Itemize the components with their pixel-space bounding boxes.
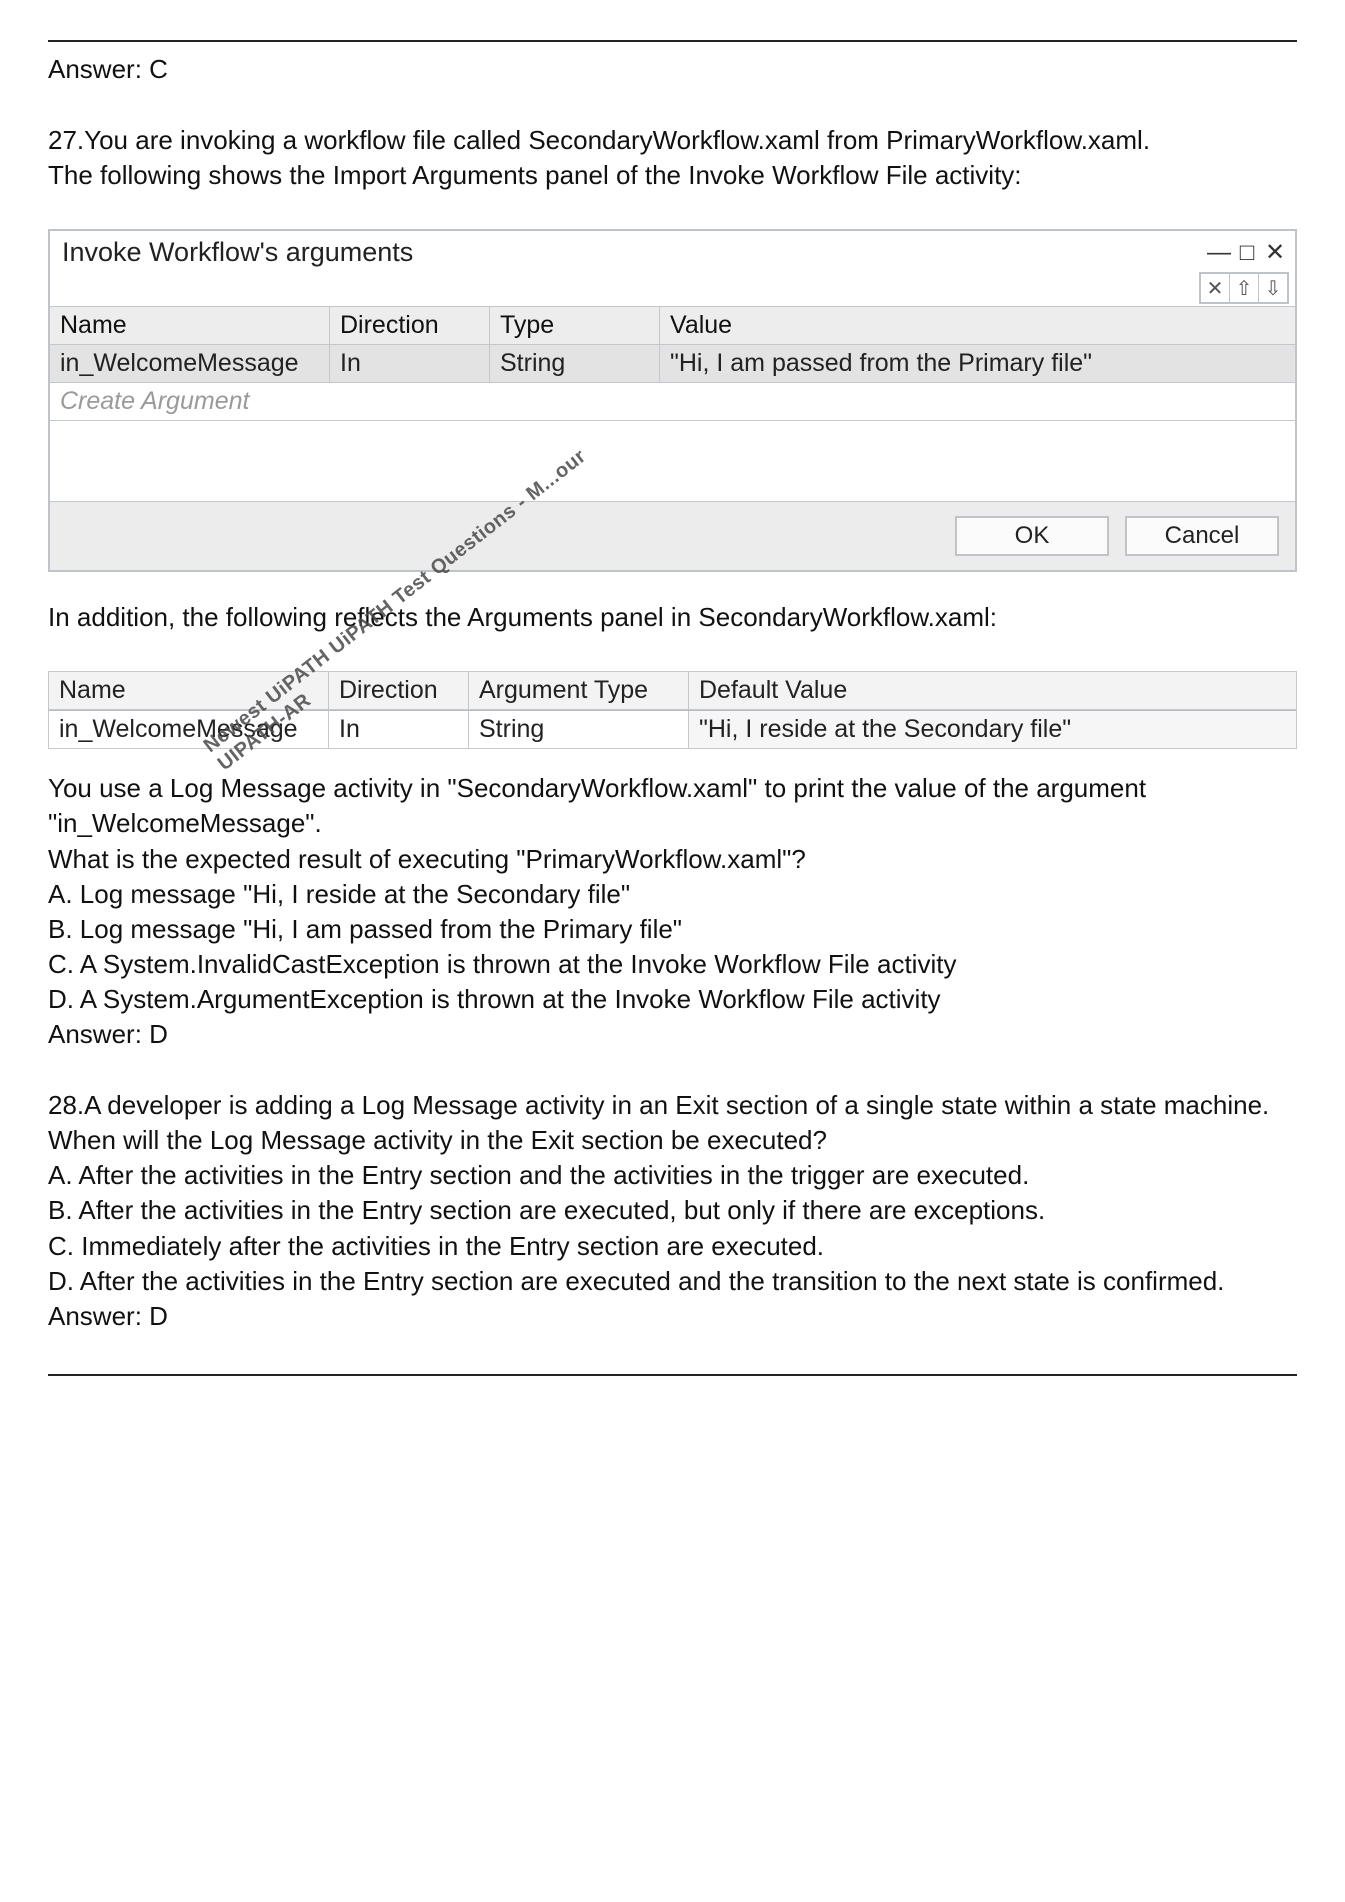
arrow-up-icon[interactable]: ⇧: [1229, 274, 1258, 302]
arg2-name: in_WelcomeMessage: [49, 711, 329, 748]
arg-type: String: [490, 345, 660, 382]
q28-body: 28.A developer is adding a Log Message a…: [48, 1088, 1297, 1334]
arg-name: in_WelcomeMessage: [50, 345, 330, 382]
q27-intro: 27.You are invoking a workflow file call…: [48, 123, 1297, 193]
delete-icon[interactable]: ✕: [1201, 274, 1229, 302]
col2-direction[interactable]: Direction: [329, 672, 469, 710]
col-value[interactable]: Value: [660, 307, 1295, 344]
dialog-footer: OK Cancel: [50, 501, 1295, 570]
dialog-title: Invoke Workflow's arguments: [62, 237, 413, 268]
q27-after1: You use a Log Message activity in "Secon…: [48, 771, 1297, 841]
argument-row[interactable]: in_WelcomeMessage In String "Hi, I am pa…: [50, 345, 1295, 383]
q28-optC: C. Immediately after the activities in t…: [48, 1229, 1297, 1264]
arg2-direction: In: [329, 711, 469, 748]
q27-mid: In addition, the following reflects the …: [48, 600, 1297, 635]
col-type[interactable]: Type: [490, 307, 660, 344]
invoke-arguments-dialog: Invoke Workflow's arguments — □ ✕ ✕ ⇧ ⇩ …: [48, 229, 1297, 572]
arg2-value: "Hi, I reside at the Secondary file": [689, 711, 1296, 748]
ok-button[interactable]: OK: [955, 516, 1109, 556]
secondary-arguments-table: Name Direction Argument Type Default Val…: [48, 671, 1297, 749]
minimize-icon[interactable]: —: [1207, 241, 1231, 265]
q27-body: You use a Log Message activity in "Secon…: [48, 771, 1297, 1052]
q27-line2: The following shows the Import Arguments…: [48, 158, 1297, 193]
q27-line1: 27.You are invoking a workflow file call…: [48, 123, 1297, 158]
col-name[interactable]: Name: [50, 307, 330, 344]
prev-answer: Answer: C: [48, 52, 1297, 87]
col2-value[interactable]: Default Value: [689, 672, 1296, 710]
arg-direction: In: [330, 345, 490, 382]
col2-name[interactable]: Name: [49, 672, 329, 710]
q28-optA: A. After the activities in the Entry sec…: [48, 1158, 1297, 1193]
argument2-row[interactable]: in_WelcomeMessage In String "Hi, I resid…: [49, 711, 1296, 748]
dialog-header: Invoke Workflow's arguments — □ ✕: [50, 231, 1295, 272]
q27-optB: B. Log message "Hi, I am passed from the…: [48, 912, 1297, 947]
dialog-toolbar: ✕ ⇧ ⇩: [50, 272, 1295, 306]
grid-empty-area: [50, 421, 1295, 501]
arg-value: "Hi, I am passed from the Primary file": [660, 345, 1295, 382]
q27-answer: Answer: D: [48, 1017, 1297, 1052]
arrow-down-icon[interactable]: ⇩: [1258, 274, 1287, 302]
cancel-button[interactable]: Cancel: [1125, 516, 1279, 556]
q27-optC: C. A System.InvalidCastException is thro…: [48, 947, 1297, 982]
create-argument[interactable]: Create Argument: [50, 383, 1295, 420]
q27-after2: What is the expected result of executing…: [48, 842, 1297, 877]
arguments-grid: Name Direction Type Value in_WelcomeMess…: [50, 306, 1295, 501]
maximize-icon[interactable]: □: [1235, 241, 1259, 265]
col-direction[interactable]: Direction: [330, 307, 490, 344]
col2-type[interactable]: Argument Type: [469, 672, 689, 710]
q27-optA: A. Log message "Hi, I reside at the Seco…: [48, 877, 1297, 912]
q27-optD: D. A System.ArgumentException is thrown …: [48, 982, 1297, 1017]
arg2-type: String: [469, 711, 689, 748]
q28-optD: D. After the activities in the Entry sec…: [48, 1264, 1297, 1299]
q28-intro1: 28.A developer is adding a Log Message a…: [48, 1088, 1297, 1123]
q28-intro2: When will the Log Message activity in th…: [48, 1123, 1297, 1158]
q28-answer: Answer: D: [48, 1299, 1297, 1334]
q28-optB: B. After the activities in the Entry sec…: [48, 1193, 1297, 1228]
close-icon[interactable]: ✕: [1263, 241, 1287, 265]
